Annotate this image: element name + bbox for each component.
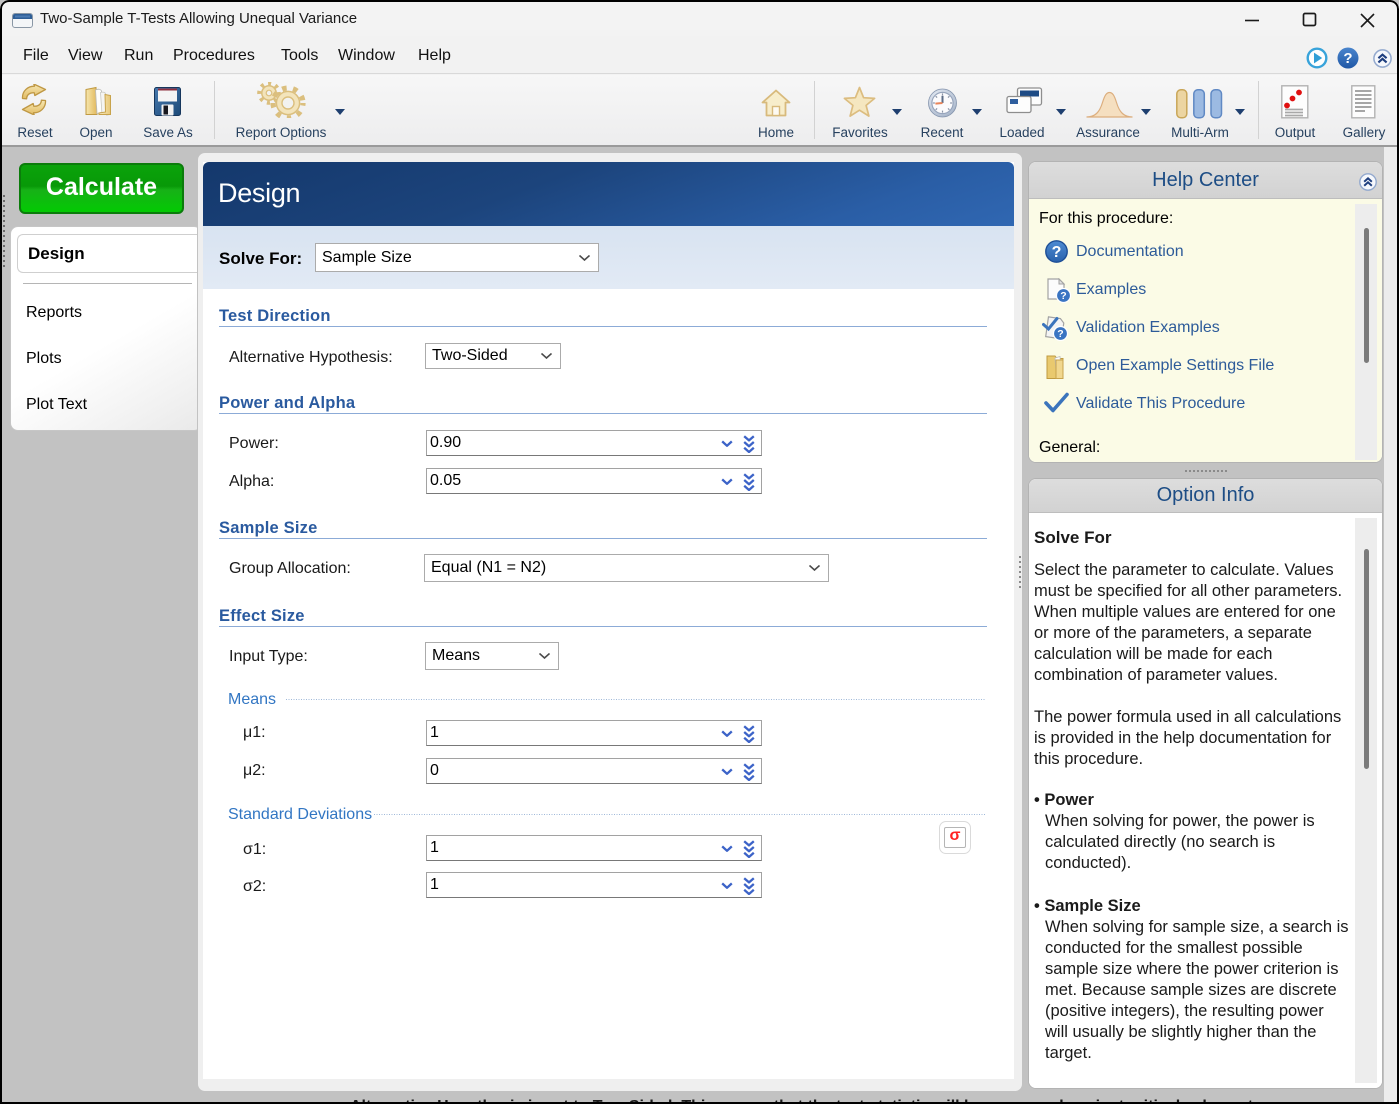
svg-text:?: ? <box>1052 244 1062 261</box>
svg-text:?: ? <box>1060 290 1066 302</box>
svg-text:?: ? <box>1343 50 1352 67</box>
svg-text:?: ? <box>1057 328 1063 340</box>
